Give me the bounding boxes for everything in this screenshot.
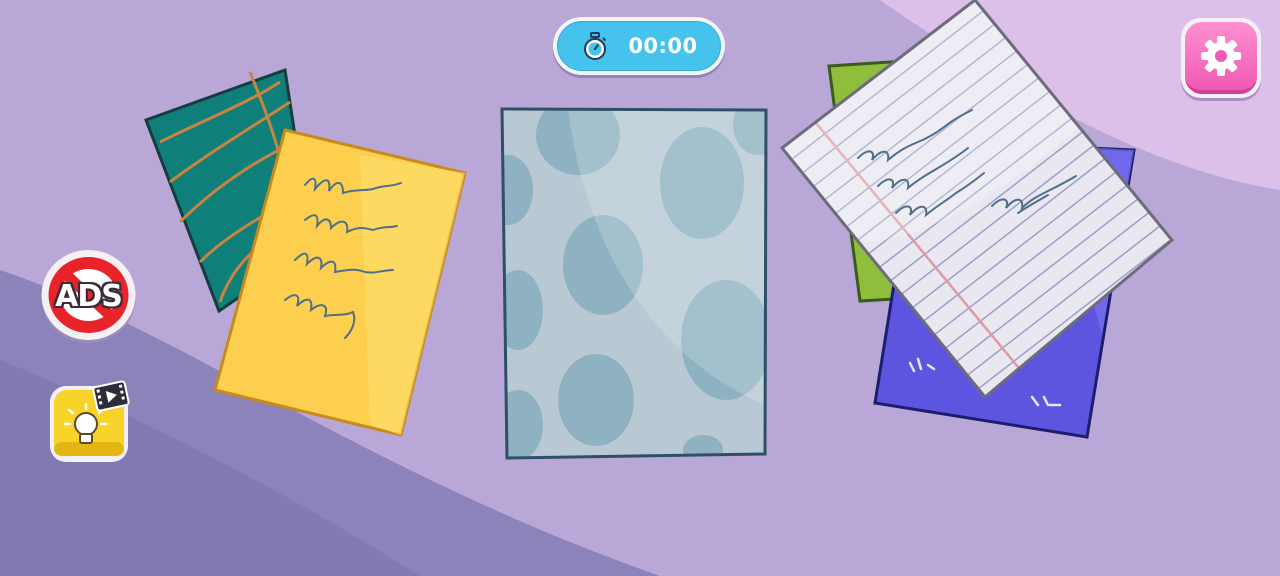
game-scene: 00:00 ADS bbox=[0, 0, 1280, 576]
hint-video-button[interactable] bbox=[49, 380, 131, 464]
yellow-card[interactable] bbox=[210, 125, 472, 440]
ads-label: ADS bbox=[55, 279, 123, 314]
gear-icon bbox=[1201, 36, 1241, 76]
stopwatch-icon bbox=[584, 32, 607, 60]
remove-ads-button[interactable]: ADS bbox=[40, 249, 137, 344]
timer-pill: 00:00 bbox=[557, 21, 721, 71]
settings-button[interactable] bbox=[1181, 18, 1261, 98]
settings-button-face bbox=[1185, 22, 1257, 94]
lined-paper-card[interactable] bbox=[778, 0, 1178, 403]
timer-display: 00:00 bbox=[553, 17, 725, 75]
timer-text: 00:00 bbox=[628, 34, 698, 58]
lightbulb-video-icon bbox=[50, 380, 130, 462]
blue-grey-card[interactable] bbox=[498, 105, 770, 462]
